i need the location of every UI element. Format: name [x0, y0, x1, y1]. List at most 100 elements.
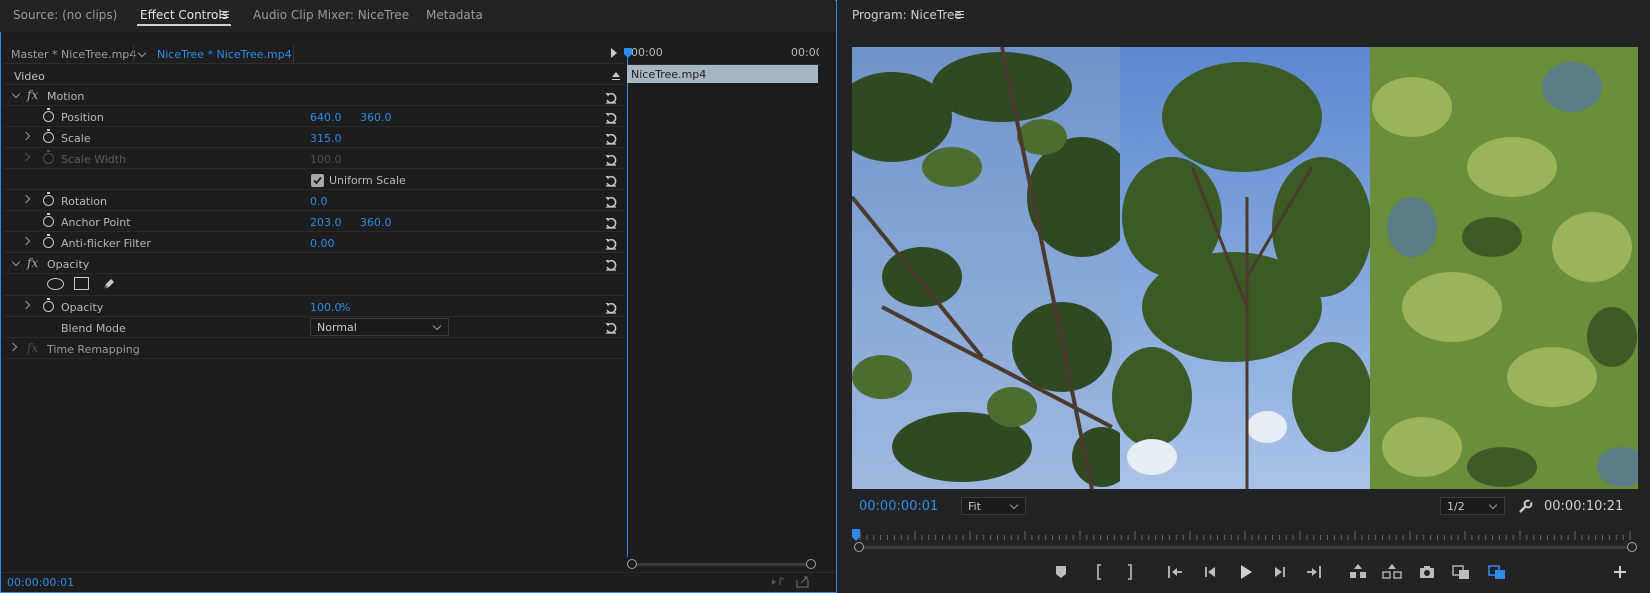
divider: [3, 316, 624, 317]
reset-parameter-icon[interactable]: [604, 321, 618, 335]
tab-audio-clip-mixer[interactable]: Audio Clip Mixer: NiceTree: [253, 8, 409, 22]
menu-icon[interactable]: [220, 11, 229, 18]
sequence-clip-label[interactable]: NiceTree * NiceTree.mp4: [157, 48, 292, 61]
scale-value[interactable]: 315.0: [310, 132, 342, 145]
blend-mode-value: Normal: [317, 321, 357, 334]
scroll-handle-right[interactable]: [806, 559, 816, 569]
reset-parameter-icon[interactable]: [604, 111, 618, 125]
tab-metadata[interactable]: Metadata: [426, 8, 483, 22]
comparison-view-icon[interactable]: [1450, 561, 1472, 583]
ellipse-mask-icon[interactable]: [47, 278, 64, 290]
wrench-icon[interactable]: [1518, 499, 1533, 514]
program-video-frame[interactable]: [852, 47, 1638, 489]
reset-parameter-icon[interactable]: [604, 216, 618, 230]
fx-badge-icon[interactable]: fx: [27, 88, 38, 102]
anchor-point-x-value[interactable]: 203.0: [310, 216, 342, 229]
reset-parameter-icon[interactable]: [604, 153, 618, 167]
master-clip-label[interactable]: Master * NiceTree.mp4: [11, 48, 136, 61]
play-audio-icon[interactable]: [771, 576, 785, 588]
scale-label: Scale: [61, 132, 91, 145]
timeline-scrollbar[interactable]: [629, 563, 815, 566]
step-back-icon[interactable]: [1199, 561, 1221, 583]
reset-parameter-icon[interactable]: [604, 237, 618, 251]
pen-mask-icon[interactable]: [101, 276, 117, 292]
program-current-timecode[interactable]: 00:00:00:01: [859, 499, 938, 514]
program-monitor-title[interactable]: Program: NiceTree: [852, 8, 962, 22]
uniform-scale-checkbox[interactable]: [311, 174, 324, 187]
tab-effect-controls[interactable]: Effect Controls: [140, 8, 228, 22]
play-triangle-icon[interactable]: [611, 48, 617, 58]
divider: [3, 358, 624, 359]
position-x-value[interactable]: 640.0: [310, 111, 342, 124]
video-section-header: Video: [14, 70, 45, 83]
anchor-point-label: Anchor Point: [61, 216, 131, 229]
zoom-scrollbar[interactable]: [864, 546, 1627, 549]
zoom-level-dropdown[interactable]: Fit: [961, 497, 1026, 515]
position-y-value[interactable]: 360.0: [360, 111, 392, 124]
stopwatch-icon[interactable]: [43, 213, 54, 227]
rotation-value[interactable]: 0.0: [310, 195, 328, 208]
reset-parameter-icon[interactable]: [604, 195, 618, 209]
go-to-out-icon[interactable]: [1303, 561, 1325, 583]
uniform-scale-label: Uniform Scale: [329, 174, 406, 187]
play-icon[interactable]: [1234, 561, 1256, 583]
reset-parameter-icon[interactable]: [604, 258, 618, 272]
mark-in-icon[interactable]: [1088, 561, 1110, 583]
active-tab-indicator: [137, 24, 231, 26]
go-to-in-icon[interactable]: [1164, 561, 1186, 583]
divider: [3, 126, 624, 127]
scroll-handle-left[interactable]: [627, 559, 637, 569]
add-marker-icon[interactable]: [1050, 561, 1072, 583]
fx-badge-icon[interactable]: fx: [27, 256, 38, 270]
export-icon[interactable]: [796, 575, 810, 588]
tab-source[interactable]: Source: (no clips): [13, 8, 117, 22]
video-image: [852, 47, 1638, 489]
program-timeline-ruler[interactable]: [858, 528, 1632, 546]
playhead-line: [627, 50, 628, 557]
scale-width-label: Scale Width: [61, 153, 127, 166]
zoom-level-value: Fit: [968, 500, 981, 513]
step-forward-icon[interactable]: [1269, 561, 1291, 583]
zoom-handle-left[interactable]: [854, 542, 864, 552]
rectangle-mask-icon[interactable]: [74, 277, 89, 290]
stopwatch-icon[interactable]: [43, 192, 54, 206]
fx-badge-icon[interactable]: fx: [27, 341, 38, 355]
collapse-up-icon[interactable]: [612, 72, 620, 77]
motion-effect-label: Motion: [47, 90, 85, 103]
playback-resolution-dropdown[interactable]: 1/2: [1440, 497, 1505, 515]
stopwatch-icon[interactable]: [43, 298, 54, 312]
export-frame-camera-icon[interactable]: [1416, 561, 1438, 583]
add-button-icon[interactable]: [1609, 561, 1631, 583]
divider: [3, 273, 624, 274]
timeline-clip-name: NiceTree.mp4: [631, 68, 707, 81]
program-duration: 00:00:10:21: [1544, 499, 1624, 514]
scale-width-value: 100.0: [310, 153, 342, 166]
extract-icon[interactable]: [1381, 561, 1403, 583]
panel-tab-bar: Source: (no clips) Effect Controls Audio…: [0, 0, 835, 32]
reset-parameter-icon[interactable]: [604, 301, 618, 315]
effect-timeline: [627, 43, 820, 562]
reset-parameter-icon[interactable]: [604, 174, 618, 188]
anti-flicker-value[interactable]: 0.00: [310, 237, 335, 250]
position-label: Position: [61, 111, 104, 124]
stopwatch-icon[interactable]: [43, 129, 54, 143]
anchor-point-y-value[interactable]: 360.0: [360, 216, 392, 229]
effect-controls-status-bar: 00:00:00:01: [1, 572, 836, 592]
blend-mode-label: Blend Mode: [61, 322, 126, 335]
mark-out-icon[interactable]: [1119, 561, 1141, 583]
reset-parameter-icon[interactable]: [604, 132, 618, 146]
menu-icon[interactable]: [955, 11, 964, 18]
current-timecode[interactable]: 00:00:00:01: [7, 576, 74, 589]
zoom-handle-right[interactable]: [1627, 542, 1637, 552]
reset-parameter-icon[interactable]: [604, 91, 618, 105]
lift-icon[interactable]: [1347, 561, 1369, 583]
timeline-clip[interactable]: NiceTree.mp4: [627, 65, 818, 83]
blend-mode-dropdown[interactable]: Normal: [310, 318, 449, 336]
divider: [3, 168, 624, 169]
opacity-value[interactable]: 100.0: [310, 301, 342, 314]
stopwatch-icon[interactable]: [43, 108, 54, 122]
chevron-down-icon: [432, 321, 442, 331]
transform-toggle-icon[interactable]: [1486, 561, 1508, 583]
anti-flicker-label: Anti-flicker Filter: [61, 237, 151, 250]
stopwatch-icon[interactable]: [43, 234, 54, 248]
